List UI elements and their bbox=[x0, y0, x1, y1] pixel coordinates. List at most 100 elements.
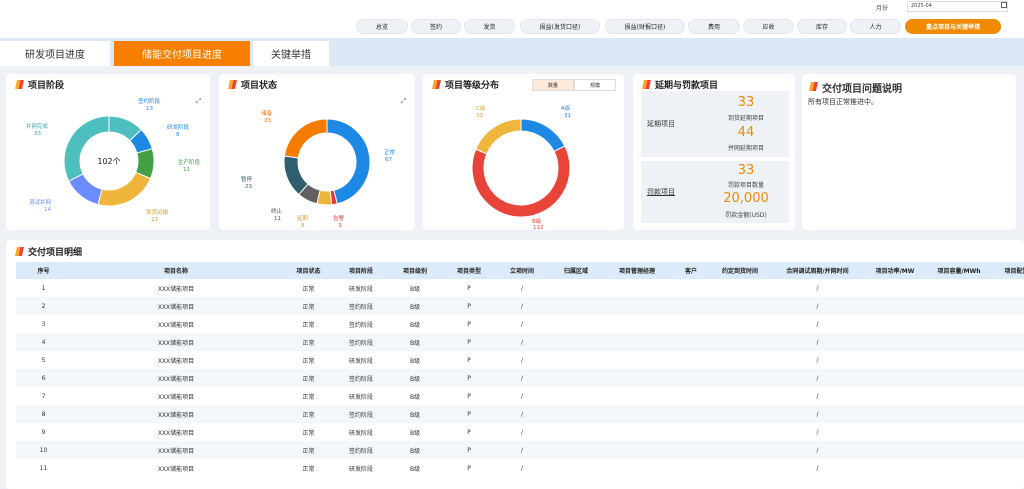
value-stage-signing: 13 bbox=[146, 106, 153, 112]
nav-key-projects-button[interactable]: 重点项目与关键举措 bbox=[905, 19, 1001, 34]
table-cell bbox=[993, 369, 1024, 387]
grade-slice-1[interactable] bbox=[471, 145, 571, 218]
table-row[interactable]: 9 XXX储能项目 正常 研发阶段 B级 P / / bbox=[16, 423, 1024, 441]
nav-signing-button[interactable]: 签约 bbox=[411, 19, 461, 34]
table-cell bbox=[710, 423, 770, 441]
table-cell: P bbox=[467, 392, 471, 400]
table-cell bbox=[672, 423, 710, 441]
issue-card: 交付项目问题说明 所有项目正常推进中。 bbox=[802, 74, 1016, 230]
column-header: 项目阶段 bbox=[336, 262, 386, 279]
table-cell: P bbox=[444, 297, 494, 315]
table-cell: / bbox=[520, 356, 524, 364]
calendar-icon[interactable] bbox=[1001, 2, 1007, 8]
table-cell: / bbox=[520, 320, 524, 328]
table-cell bbox=[550, 297, 602, 315]
table-row[interactable]: 11 XXX储能项目 正常 研发阶段 B级 P / / bbox=[16, 459, 1024, 477]
tab-key-measures[interactable]: 关键举措 bbox=[253, 41, 329, 66]
value-stage-grid-complete: 33 bbox=[34, 131, 41, 137]
table-row[interactable]: 3 XXX储能项目 正常 签约阶段 B级 P / / bbox=[16, 315, 1024, 333]
table-cell: 正常 bbox=[281, 441, 336, 459]
value-status-delay: 8 bbox=[301, 223, 305, 229]
table-cell bbox=[993, 333, 1024, 351]
nav-shipping-button[interactable]: 发货 bbox=[464, 19, 515, 34]
value-grade-c: 33 bbox=[476, 113, 483, 119]
status-slice-4[interactable] bbox=[283, 155, 309, 196]
table-row[interactable]: 8 XXX储能项目 正常 签约阶段 B级 P / / bbox=[16, 405, 1024, 423]
table-cell: XXX储能项目 bbox=[71, 405, 281, 423]
table-cell: 研发阶段 bbox=[348, 285, 373, 293]
stage-slice-5[interactable] bbox=[63, 115, 110, 182]
table-cell bbox=[865, 315, 925, 333]
label-status-terminated: 终止 bbox=[271, 207, 283, 215]
penalty-count-label: 罚款项目数量 bbox=[727, 182, 764, 189]
table-cell: / bbox=[770, 441, 865, 459]
table-cell: XXX储能项目 bbox=[71, 441, 281, 459]
table-cell bbox=[550, 423, 602, 441]
nav-expense-button[interactable]: 费用 bbox=[688, 19, 740, 34]
table-cell: P bbox=[444, 369, 494, 387]
stage-card: 项目阶段 ⤢ 102个 签约阶段 13 研发阶段 8 生产阶段 11 发货运输 … bbox=[6, 74, 210, 230]
table-cell bbox=[602, 333, 672, 351]
month-picker[interactable]: 2025-04 bbox=[907, 1, 1008, 12]
nav-hr-button[interactable]: 人力 bbox=[850, 19, 901, 34]
flag-icon bbox=[642, 80, 651, 89]
penalty-label[interactable]: 罚款项目 bbox=[647, 187, 675, 197]
table-cell bbox=[710, 351, 770, 369]
grade-slice-2[interactable] bbox=[475, 118, 522, 155]
value-status-reserve: 33 bbox=[264, 118, 271, 124]
delay-due-label: 到货延期项目 bbox=[727, 115, 764, 122]
table-cell bbox=[550, 333, 602, 351]
grade-slice-0[interactable] bbox=[520, 118, 566, 153]
status-slice-5[interactable] bbox=[283, 118, 328, 159]
label-stage-signing: 签约阶段 bbox=[138, 97, 161, 105]
column-header: 立项时间 bbox=[494, 262, 550, 279]
table-cell bbox=[550, 315, 602, 333]
penalty-amount-label: 罚款金额(USD) bbox=[725, 212, 767, 219]
column-header: 归属区域 bbox=[550, 262, 602, 279]
nav-overview-button[interactable]: 总览 bbox=[356, 19, 408, 34]
table-cell bbox=[925, 423, 993, 441]
tab-delivery-progress[interactable]: 储能交付项目进度 bbox=[114, 41, 250, 66]
value-status-terminated: 11 bbox=[274, 216, 281, 222]
table-cell bbox=[993, 297, 1024, 315]
table-cell: 研发阶段 bbox=[348, 429, 373, 437]
table-cell: XXX储能项目 bbox=[157, 429, 195, 437]
stage-center-label: 102个 bbox=[97, 157, 120, 166]
table-cell bbox=[865, 423, 925, 441]
nav-receivable-button[interactable]: 应收 bbox=[743, 19, 794, 34]
table-cell: XXX储能项目 bbox=[71, 333, 281, 351]
tab-bar: 研发项目进度 储能交付项目进度 关键举措 bbox=[0, 38, 1024, 66]
table-cell bbox=[710, 369, 770, 387]
penalty-amount-value: 20,000 bbox=[723, 191, 769, 206]
grade-donut-chart: A级 31 B级 112 C级 33 bbox=[471, 104, 571, 230]
table-cell bbox=[550, 351, 602, 369]
table-row[interactable]: 4 XXX储能项目 正常 签约阶段 B级 P / / bbox=[16, 333, 1024, 351]
table-cell bbox=[993, 315, 1024, 333]
table-row[interactable]: 7 XXX储能项目 正常 研发阶段 B级 P / / bbox=[16, 387, 1024, 405]
table-cell: XXX储能项目 bbox=[157, 465, 195, 473]
detail-card: 交付项目明细 序号 项目名称 项目状态 项目阶段 项目级别 项目类型 立项时间 归属区域 项目管… bbox=[6, 240, 1024, 489]
table-cell bbox=[710, 387, 770, 405]
tab-rd-progress[interactable]: 研发项目进度 bbox=[0, 41, 110, 66]
table-cell: 签约阶段 bbox=[348, 321, 373, 329]
table-row[interactable]: 1 XXX储能项目 正常 研发阶段 B级 P / / bbox=[16, 279, 1024, 297]
table-cell bbox=[550, 369, 602, 387]
column-header: 客户 bbox=[672, 262, 710, 279]
table-row[interactable]: 10 XXX储能项目 正常 签约阶段 B级 P / / bbox=[16, 441, 1024, 459]
table-cell bbox=[710, 297, 770, 315]
table-cell: / bbox=[816, 392, 819, 400]
table-cell: XXX储能项目 bbox=[71, 297, 281, 315]
table-row[interactable]: 5 XXX储能项目 正常 研发阶段 B级 P / / bbox=[16, 351, 1024, 369]
label-status-paused: 暂停 bbox=[241, 175, 253, 183]
table-row[interactable]: 2 XXX储能项目 正常 签约阶段 B级 P / / bbox=[16, 297, 1024, 315]
nav-pl-financial-button[interactable]: 损益(财报口径) bbox=[605, 19, 685, 34]
column-header: 项目容量/MWh bbox=[925, 262, 993, 279]
table-cell: 10 bbox=[16, 441, 71, 459]
table-cell: P bbox=[467, 428, 471, 436]
stage-slice-3[interactable] bbox=[97, 171, 152, 207]
table-row[interactable]: 6 XXX储能项目 正常 签约阶段 B级 P / / bbox=[16, 369, 1024, 387]
table-cell: XXX储能项目 bbox=[157, 321, 195, 329]
nav-inventory-button[interactable]: 库存 bbox=[797, 19, 847, 34]
table-cell bbox=[710, 279, 770, 297]
nav-pl-shipping-button[interactable]: 损益(发货口径) bbox=[520, 19, 600, 34]
